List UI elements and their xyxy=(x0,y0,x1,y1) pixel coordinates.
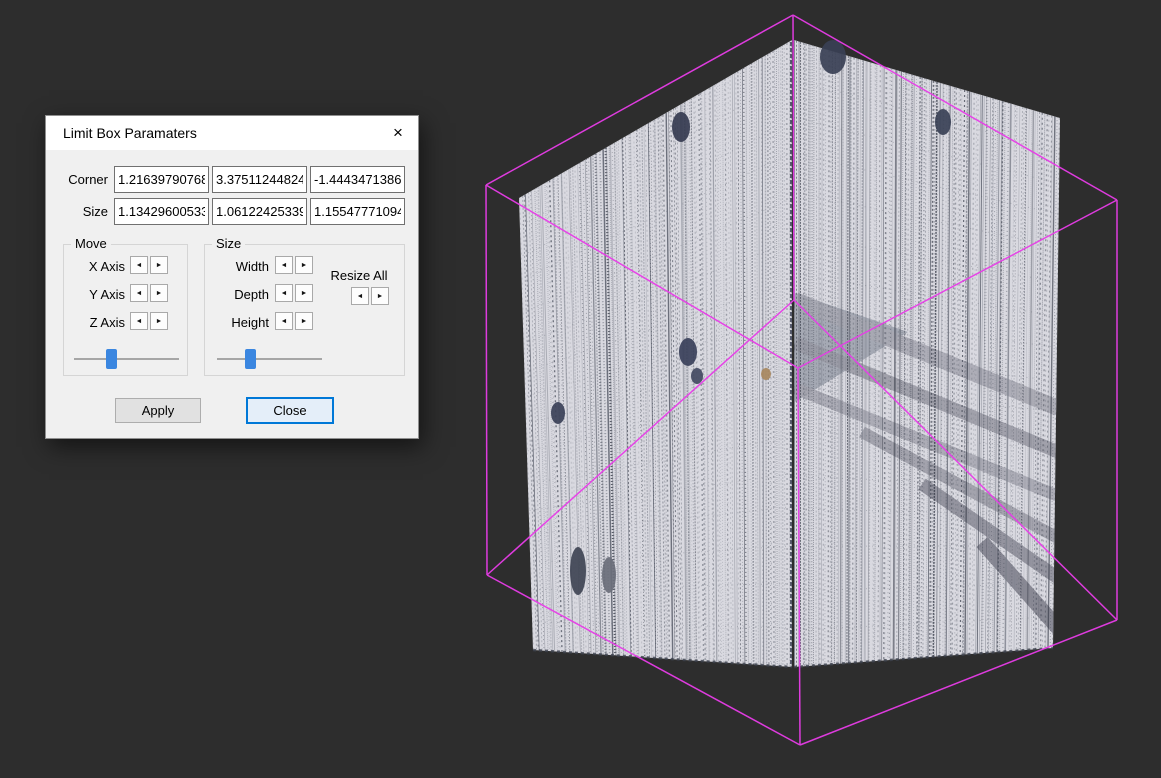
x-axis-increment-button[interactable]: ► xyxy=(150,256,168,274)
z-axis-decrement-button[interactable]: ◄ xyxy=(130,312,148,330)
size-x-input[interactable] xyxy=(114,198,209,225)
x-axis-decrement-button[interactable]: ◄ xyxy=(130,256,148,274)
y-axis-decrement-button[interactable]: ◄ xyxy=(130,284,148,302)
width-label: Width xyxy=(209,258,269,276)
x-axis-label: X Axis xyxy=(69,258,125,276)
move-slider-handle[interactable] xyxy=(106,349,117,369)
size-slider-track[interactable] xyxy=(217,358,322,360)
size-y-input[interactable] xyxy=(212,198,307,225)
z-axis-label: Z Axis xyxy=(69,314,125,332)
corner-label: Corner xyxy=(56,166,108,193)
size-z-input[interactable] xyxy=(310,198,405,225)
height-decrement-button[interactable]: ◄ xyxy=(275,312,293,330)
size-slider-handle[interactable] xyxy=(245,349,256,369)
depth-decrement-button[interactable]: ◄ xyxy=(275,284,293,302)
limit-box-dialog: Limit Box Paramaters × Corner Size Move … xyxy=(45,115,419,439)
size-label: Size xyxy=(56,198,108,225)
size-group-label: Size xyxy=(212,236,245,251)
resize-all-spinner: ◄ ► xyxy=(351,287,389,305)
depth-label: Depth xyxy=(209,286,269,304)
resize-all-decrement-button[interactable]: ◄ xyxy=(351,287,369,305)
y-axis-spinner: ◄ ► xyxy=(130,284,168,302)
x-axis-spinner: ◄ ► xyxy=(130,256,168,274)
y-axis-label: Y Axis xyxy=(69,286,125,304)
width-increment-button[interactable]: ► xyxy=(295,256,313,274)
height-spinner: ◄ ► xyxy=(275,312,313,330)
close-button[interactable]: Close xyxy=(246,397,334,424)
corner-x-input[interactable] xyxy=(114,166,209,193)
y-axis-increment-button[interactable]: ► xyxy=(150,284,168,302)
depth-increment-button[interactable]: ► xyxy=(295,284,313,302)
width-spinner: ◄ ► xyxy=(275,256,313,274)
corner-y-input[interactable] xyxy=(212,166,307,193)
move-group: Move X Axis ◄ ► Y Axis ◄ ► Z Axis ◄ ► xyxy=(63,244,188,376)
resize-all-increment-button[interactable]: ► xyxy=(371,287,389,305)
size-group: Size Width ◄ ► Depth ◄ ► Height ◄ ► Resi… xyxy=(204,244,405,376)
width-decrement-button[interactable]: ◄ xyxy=(275,256,293,274)
dialog-title: Limit Box Paramaters xyxy=(63,125,197,141)
corner-z-input[interactable] xyxy=(310,166,405,193)
dialog-titlebar[interactable]: Limit Box Paramaters × xyxy=(46,116,418,150)
resize-all-label: Resize All xyxy=(317,267,401,285)
depth-spinner: ◄ ► xyxy=(275,284,313,302)
apply-button[interactable]: Apply xyxy=(115,398,201,423)
z-axis-spinner: ◄ ► xyxy=(130,312,168,330)
move-slider-track[interactable] xyxy=(74,358,179,360)
height-label: Height xyxy=(209,314,269,332)
height-increment-button[interactable]: ► xyxy=(295,312,313,330)
z-axis-increment-button[interactable]: ► xyxy=(150,312,168,330)
close-icon[interactable]: × xyxy=(382,119,414,145)
move-group-label: Move xyxy=(71,236,111,251)
